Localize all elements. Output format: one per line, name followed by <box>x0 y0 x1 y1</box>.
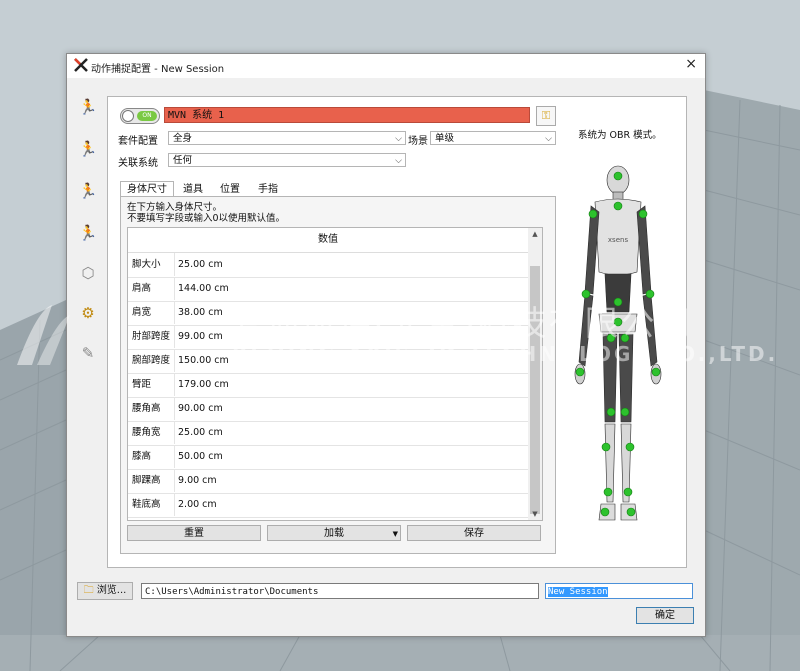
hint-line-2: 不要填写字段或输入0以使用默认值。 <box>127 213 286 224</box>
row-value-input[interactable]: 25.00 cm <box>174 253 528 276</box>
system-name-field[interactable]: MVN 系统 1 <box>164 107 530 123</box>
watermark-cn: 爱迪斯通(北京)科技有限公司 <box>230 304 693 344</box>
row-value-input[interactable]: 90.00 cm <box>174 397 528 420</box>
row-value-input[interactable]: 9.00 cm <box>174 469 528 492</box>
watermark-logo-icon <box>17 305 70 365</box>
row-label: 臂距 <box>132 379 152 390</box>
table-row: 腰角宽 25.00 cm <box>128 421 528 446</box>
body-dimensions-pane: 在下方输入身体尺寸。 不要填写字段或输入0以使用默认值。 数值 脚大小 25.00… <box>120 196 556 554</box>
session-name-field[interactable]: New Session <box>545 583 693 599</box>
folder-path-field[interactable]: C:\Users\Administrator\Documents <box>141 583 539 599</box>
ref-system-value: 任何 <box>173 155 193 166</box>
props-cube-icon[interactable]: ⬡ <box>77 262 99 284</box>
folder-icon: 🗀 <box>83 585 94 596</box>
row-value-input[interactable]: 2.00 cm <box>174 493 528 516</box>
suit-config-label: 套件配置 <box>118 136 158 147</box>
close-button[interactable]: × <box>685 56 697 72</box>
table-row: 膝高 50.00 cm <box>128 445 528 470</box>
row-label: 肩高 <box>132 283 152 294</box>
chevron-down-icon: ⌵ <box>395 134 402 144</box>
save-button[interactable]: 保存 <box>407 525 541 541</box>
settings-gear-icon[interactable]: ⚙ <box>77 302 99 324</box>
table-scrollbar[interactable]: ▲ ▼ <box>528 228 542 520</box>
left-toolbar: 🏃 🏃 🏃 🏃 ⬡ ⚙ ✎ <box>75 90 101 376</box>
table-row: 鞋底高 2.00 cm <box>128 493 528 518</box>
row-label: 腰角高 <box>132 403 161 414</box>
ref-system-label: 关联系统 <box>118 158 158 169</box>
browse-label: 浏览... <box>96 585 127 596</box>
ref-system-select[interactable]: 任何 ⌵ <box>168 153 406 167</box>
suit-config-value: 全身 <box>173 133 193 144</box>
toggle-knob <box>122 110 134 122</box>
row-value-input[interactable]: 25.00 cm <box>174 421 528 444</box>
load-label: 加载 <box>324 528 344 539</box>
system-on-toggle[interactable]: ON <box>120 108 160 124</box>
window-title: 动作捕捉配置 - New Session <box>91 64 225 75</box>
scene-select[interactable]: 单级 ⌵ <box>430 131 556 145</box>
row-label: 腰角宽 <box>132 427 161 438</box>
hint-line-1: 在下方输入身体尺寸。 <box>127 202 223 213</box>
scene-label: 场景 <box>408 136 428 147</box>
row-label: 腕部跨度 <box>132 355 171 366</box>
scroll-up-icon[interactable]: ▲ <box>528 228 542 240</box>
browse-button[interactable]: 🗀 浏览... <box>77 582 133 600</box>
ok-button[interactable]: 确定 <box>636 607 694 624</box>
value-column-header: 数值 <box>128 228 528 253</box>
row-label: 肩宽 <box>132 307 152 318</box>
export-icon[interactable]: ✎ <box>77 342 99 364</box>
load-button[interactable]: 加载 ▼ <box>267 525 401 541</box>
table-row: 臂距 179.00 cm <box>128 373 528 398</box>
dimensions-table: 数值 脚大小 25.00 cm 肩高 144.00 cm 肩宽 38.00 cm 肘部跨度 9… <box>127 227 543 521</box>
session-name-text: New Session <box>548 587 608 597</box>
xsens-logo-icon <box>74 58 88 72</box>
playback-icon[interactable]: 🏃 <box>77 222 99 244</box>
table-row: 脚踝高 9.00 cm <box>128 469 528 494</box>
key-icon[interactable]: ⚿ <box>536 106 556 126</box>
chevron-down-icon: ⌵ <box>545 134 552 144</box>
reset-button[interactable]: 重置 <box>127 525 261 541</box>
suit-config-select[interactable]: 全身 ⌵ <box>168 131 406 145</box>
recording-icon[interactable]: 🏃 <box>77 180 99 202</box>
title-bar: 动作捕捉配置 - New Session × <box>67 54 705 78</box>
scene-value: 单级 <box>435 133 455 144</box>
scroll-down-icon[interactable]: ▼ <box>528 508 542 520</box>
watermark-en: BEIJING AXIS 3D TECHNOLOGY CO.,LTD. <box>232 342 779 366</box>
row-label: 鞋底高 <box>132 499 161 510</box>
row-label: 脚大小 <box>132 259 161 270</box>
figure-brand: xsens <box>608 236 629 244</box>
system-status-text: 系统为 OBR 模式。 <box>578 130 662 141</box>
row-label: 脚踝高 <box>132 475 161 486</box>
row-label: 膝高 <box>132 451 152 462</box>
toggle-label: ON <box>137 111 157 121</box>
dimensions-hint: 在下方输入身体尺寸。 不要填写字段或输入0以使用默认值。 <box>127 202 285 224</box>
table-row: 脚大小 25.00 cm <box>128 253 528 278</box>
load-dropdown-icon[interactable]: ▼ <box>393 526 398 542</box>
motion-capture-icon[interactable]: 🏃 <box>77 96 99 118</box>
chevron-down-icon: ⌵ <box>395 156 402 166</box>
calibration-icon[interactable]: 🏃 <box>77 138 99 160</box>
row-value-input[interactable]: 50.00 cm <box>174 445 528 468</box>
row-value-input[interactable]: 179.00 cm <box>174 373 528 396</box>
table-row: 腰角高 90.00 cm <box>128 397 528 422</box>
row-label: 肘部跨度 <box>132 331 171 342</box>
